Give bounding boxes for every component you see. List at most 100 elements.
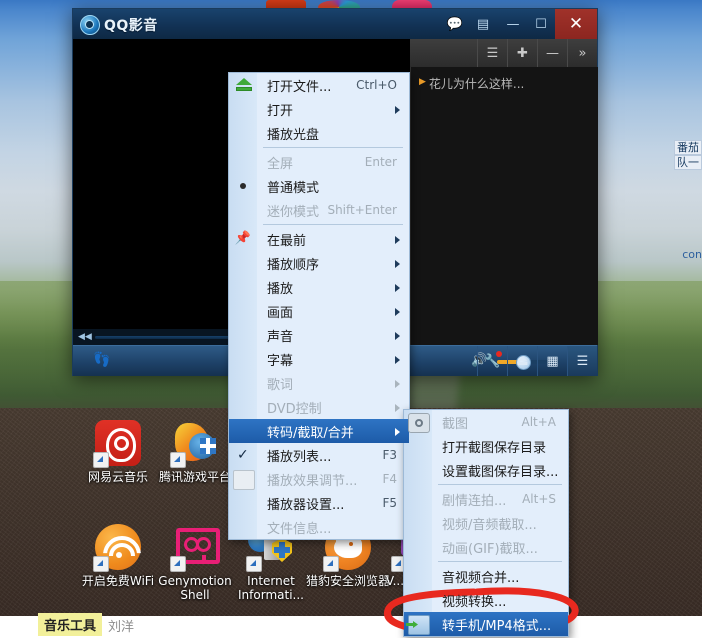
- playlist-expand-icon[interactable]: »: [567, 39, 597, 67]
- playlist-panel[interactable]: ▶ 花儿为什么这样...: [410, 67, 598, 345]
- skin-icon[interactable]: ▤: [469, 9, 497, 39]
- window-title: QQ影音: [104, 18, 158, 34]
- menu-item[interactable]: 打开截图保存目录: [404, 434, 568, 458]
- menu-item[interactable]: 播放: [229, 275, 409, 299]
- chevron-right-icon: [395, 308, 400, 316]
- menu-item-label: 全屏: [267, 156, 294, 172]
- menu-item[interactable]: 歌词: [229, 371, 409, 395]
- menu-item-label: 视频/音频截取...: [442, 517, 537, 533]
- menu-separator: [438, 561, 562, 562]
- menu-item[interactable]: ✓ 播放列表... F3: [229, 443, 409, 467]
- menu-item[interactable]: DVD控制: [229, 395, 409, 419]
- menu-item-label: 视频转换...: [442, 594, 507, 610]
- menu-item[interactable]: 剧情连拍... Alt+S: [404, 487, 568, 511]
- desktop-icon-tencent-games[interactable]: 腾讯游戏平台: [152, 420, 238, 484]
- menu-item-label: 普通模式: [267, 180, 320, 196]
- menu-item[interactable]: 全屏 Enter: [229, 150, 409, 174]
- menu-item-label: 歌词: [267, 377, 294, 393]
- edge-label-3: con: [682, 248, 702, 261]
- close-button[interactable]: ✕: [555, 9, 597, 39]
- menu-item[interactable]: 声音: [229, 323, 409, 347]
- playlist-remove-icon[interactable]: —: [537, 39, 567, 67]
- menu-item-label: 打开: [267, 103, 294, 119]
- desktop-icon-label: Internet Informati...: [238, 574, 304, 602]
- menu-item[interactable]: 动画(GIF)截取...: [404, 535, 568, 559]
- tencent-games-icon: [170, 420, 218, 468]
- menu-item-accelerator: Alt+S: [522, 492, 556, 506]
- menu-item[interactable]: 视频转换...: [404, 588, 568, 612]
- window-titlebar[interactable]: QQ影音 💬 ▤ — ☐ ✕: [73, 9, 597, 40]
- phone-convert-icon: [408, 615, 430, 635]
- menu-item[interactable]: 迷你模式 Shift+Enter: [229, 198, 409, 222]
- playlist-toolbar[interactable]: ☰ ✚ — »: [410, 39, 597, 67]
- menu-item-label: 剧情连拍...: [442, 493, 507, 509]
- play-arrow-icon: ▶: [419, 77, 426, 87]
- playlist-item-label: 花儿为什么这样...: [428, 77, 525, 91]
- context-submenu[interactable]: 截图 Alt+A 打开截图保存目录设置截图保存目录... 剧情连拍... Alt+S 视频…: [403, 409, 569, 637]
- menu-item-accelerator: Shift+Enter: [327, 203, 397, 217]
- desktop-icon-free-wifi[interactable]: 开启免费WiFi: [75, 524, 161, 588]
- feedback-icon[interactable]: 💬: [441, 9, 469, 39]
- menu-item[interactable]: 播放效果调节... F4: [229, 467, 409, 491]
- menu-item[interactable]: 转码/截取/合并: [229, 419, 409, 443]
- chevron-right-icon: [395, 106, 400, 114]
- context-menu[interactable]: 打开文件... Ctrl+O 打开播放光盘全屏 Enter 普通模式迷你模式 Shift+…: [228, 72, 410, 540]
- menu-item[interactable]: 打开文件... Ctrl+O: [229, 73, 409, 97]
- playlist-item[interactable]: ▶ 花儿为什么这样...: [411, 67, 598, 92]
- menu-item-label: 播放列表...: [267, 449, 332, 465]
- menu-item-label: 音视频合并...: [442, 570, 520, 586]
- menu-item[interactable]: 画面: [229, 299, 409, 323]
- playlist-add-icon[interactable]: ✚: [507, 39, 537, 67]
- menu-item[interactable]: 播放器设置... F5: [229, 491, 409, 515]
- minimize-button[interactable]: —: [499, 9, 527, 39]
- desktop-icon-genymotion[interactable]: Genymotion Shell: [152, 524, 238, 602]
- menu-item[interactable]: 字幕: [229, 347, 409, 371]
- screenshot-icon[interactable]: ▦: [537, 346, 567, 376]
- submenu-items: 截图 Alt+A 打开截图保存目录设置截图保存目录... 剧情连拍... Alt+S 视频…: [404, 410, 568, 636]
- desktop-icon-netease[interactable]: 网易云音乐: [75, 420, 161, 484]
- menu-separator: [263, 224, 403, 225]
- menu-item-label: 打开文件...: [267, 79, 332, 95]
- menu-item-label: 迷你模式: [267, 204, 320, 220]
- equalizer-icon: [233, 470, 255, 490]
- menu-item[interactable]: 播放顺序: [229, 251, 409, 275]
- maximize-button[interactable]: ☐: [527, 9, 555, 39]
- chevron-right-icon: [395, 404, 400, 412]
- genymotion-icon: [170, 524, 220, 572]
- check-icon: ✓: [237, 447, 249, 463]
- previous-icon[interactable]: ◀◀: [78, 332, 92, 342]
- edge-label-1: 番茄: [674, 140, 702, 155]
- taskbar-user[interactable]: 刘洋: [108, 616, 134, 635]
- playlist-list-icon[interactable]: ☰: [477, 39, 507, 67]
- eject-icon[interactable]: ⏏: [507, 346, 537, 376]
- menu-item[interactable]: 设置截图保存目录...: [404, 458, 568, 482]
- menu-item-label: 动画(GIF)截取...: [442, 541, 538, 557]
- pin-icon: 📌: [234, 231, 252, 246]
- eject-icon: [233, 76, 253, 94]
- menu-item[interactable]: 转手机/MP4格式...: [404, 612, 568, 636]
- menu-item[interactable]: 文件信息...: [229, 515, 409, 539]
- chevron-right-icon: [395, 284, 400, 292]
- menu-item[interactable]: 音视频合并...: [404, 564, 568, 588]
- menu-item[interactable]: 截图 Alt+A: [404, 410, 568, 434]
- settings-wrench-icon[interactable]: 🔧: [477, 346, 507, 376]
- menu-item-accelerator: Ctrl+O: [356, 78, 397, 92]
- menu-item[interactable]: 视频/音频截取...: [404, 511, 568, 535]
- menu-item[interactable]: 打开: [229, 97, 409, 121]
- menu-item[interactable]: 📌 在最前: [229, 227, 409, 251]
- menu-item-label: 设置截图保存目录...: [442, 464, 559, 480]
- playlist-toggle-icon[interactable]: ☰: [567, 346, 597, 376]
- chevron-right-icon: [395, 380, 400, 388]
- chevron-right-icon: [395, 428, 400, 436]
- menu-item[interactable]: 播放光盘: [229, 121, 409, 145]
- menu-item-label: 截图: [442, 416, 469, 432]
- desktop-icon-label: 腾讯游戏平台: [158, 470, 231, 484]
- control-buttons-group[interactable]: 🔧 ⏏ ▦ ☰: [477, 346, 597, 376]
- taskbar-strip: [0, 616, 702, 638]
- desktop-icon-label: Genymotion Shell: [158, 574, 232, 602]
- taskbar-tag[interactable]: 音乐工具: [38, 613, 103, 636]
- qq-player-logo-icon: [80, 15, 100, 35]
- footprint-icon[interactable]: 👣: [93, 352, 111, 370]
- menu-item-label: 声音: [267, 329, 294, 345]
- menu-item[interactable]: 普通模式: [229, 174, 409, 198]
